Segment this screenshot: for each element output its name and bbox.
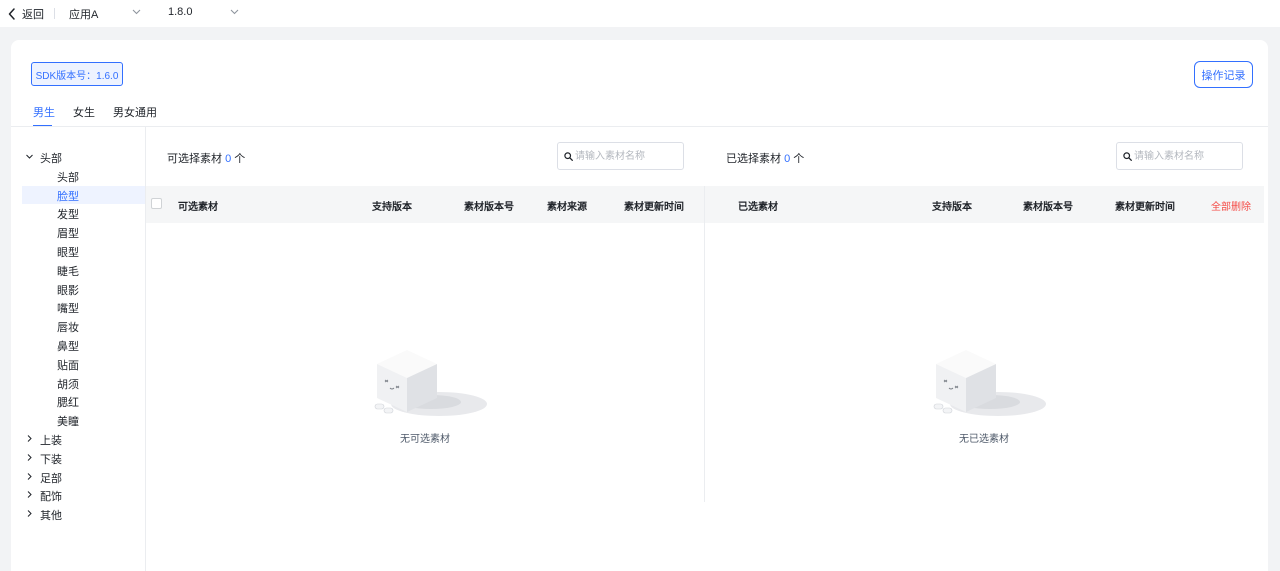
back-button[interactable]: 返回 [8, 6, 44, 22]
tree-leaf[interactable]: 头部 [22, 167, 145, 185]
tab-male[interactable]: 男生 [33, 104, 55, 120]
chevron-right-icon [27, 491, 32, 499]
tree-leaf[interactable]: 眼型 [22, 242, 145, 260]
column-header: 素材版本号 [464, 202, 514, 213]
count-unit: 个 [234, 153, 246, 165]
available-empty-state: 无可选素材 [355, 346, 495, 445]
tab-female[interactable]: 女生 [73, 104, 95, 120]
selected-empty-state: 无已选素材 [914, 346, 1054, 445]
sdk-version-badge: SDK版本号：1.6.0 [31, 62, 123, 86]
column-header: 支持版本 [372, 202, 412, 213]
app-select-value: 应用A [69, 9, 99, 21]
column-header: 可选素材 [178, 202, 218, 213]
divider [54, 8, 55, 19]
tree-node-bottom[interactable]: 下装 [11, 449, 145, 467]
column-header: 素材版本号 [1023, 202, 1073, 213]
tree-node-label: 足部 [40, 472, 62, 485]
divider [704, 186, 705, 502]
tree-node-top[interactable]: 上装 [11, 430, 145, 448]
tree-node-label: 下装 [40, 453, 62, 466]
selected-table-header: 已选素材 支持版本 素材版本号 素材更新时间 全部删除 [705, 186, 1264, 223]
tab-unisex[interactable]: 男女通用 [113, 104, 157, 120]
tree-node-feet[interactable]: 足部 [11, 468, 145, 486]
tree-leaf[interactable]: 睫毛 [22, 261, 145, 279]
selected-search-input[interactable] [1134, 148, 1238, 164]
top-bar: 返回 应用A 1.8.0 [0, 0, 1280, 27]
tree-node-head[interactable]: 头部 [11, 148, 145, 166]
search-icon [1123, 152, 1132, 161]
empty-box-illustration [933, 350, 1046, 416]
available-materials-title: 可选择素材 0 个 [167, 150, 245, 166]
tree-leaf[interactable]: 唇妆 [22, 317, 145, 335]
panel-title-label: 可选择素材 [167, 153, 222, 165]
version-select[interactable]: 1.8.0 [168, 6, 239, 18]
main-card: SDK版本号：1.6.0 操作记录 男生 女生 男女通用 头部 头部 脸型 发型… [11, 40, 1268, 571]
operation-log-button[interactable]: 操作记录 [1194, 61, 1253, 88]
chevron-left-icon [8, 8, 15, 20]
empty-text: 无已选素材 [959, 434, 1009, 445]
available-table-header: 可选素材 支持版本 素材版本号 素材来源 素材更新时间 [146, 186, 704, 223]
tree-leaf[interactable]: 嘴型 [22, 298, 145, 316]
tree-node-label: 其他 [40, 510, 62, 523]
empty-text: 无可选素材 [400, 434, 450, 445]
tree-leaf[interactable]: 腮红 [22, 392, 145, 410]
search-icon [564, 152, 573, 161]
tree-leaf[interactable]: 鼻型 [22, 336, 145, 354]
available-search-input[interactable] [575, 148, 679, 164]
tree-node-accessories[interactable]: 配饰 [11, 486, 145, 504]
panel-title-label: 已选择素材 [726, 153, 781, 165]
chevron-right-icon [27, 435, 32, 442]
column-header: 支持版本 [932, 202, 972, 213]
available-count: 0 [225, 153, 232, 165]
chevron-right-icon [27, 472, 32, 480]
selected-count: 0 [784, 153, 791, 165]
column-header: 素材更新时间 [624, 202, 684, 213]
tree-leaf[interactable]: 眉型 [22, 223, 145, 241]
select-all-checkbox[interactable] [151, 198, 162, 209]
chevron-right-icon [27, 453, 32, 461]
column-header: 已选素材 [738, 202, 778, 213]
tree-leaf[interactable]: 贴面 [22, 355, 145, 373]
column-header: 素材更新时间 [1115, 202, 1175, 213]
tree-node-label: 配饰 [40, 491, 62, 504]
divider [11, 126, 1268, 127]
version-select-value: 1.8.0 [168, 6, 193, 18]
column-header: 素材来源 [547, 202, 587, 213]
count-unit: 个 [793, 153, 805, 165]
tree-node-label: 上装 [40, 435, 62, 447]
tree-node-label: 头部 [40, 153, 62, 165]
selected-materials-title: 已选择素材 0 个 [726, 150, 804, 166]
tree-node-other[interactable]: 其他 [11, 505, 145, 523]
tree-leaf[interactable]: 胡须 [22, 374, 145, 392]
back-label: 返回 [22, 9, 44, 21]
tree-leaf[interactable]: 眼影 [22, 280, 145, 298]
empty-box-illustration [374, 350, 487, 416]
chevron-right-icon [27, 510, 32, 518]
tree-leaf[interactable]: 发型 [22, 204, 145, 222]
tree-leaf-selected[interactable]: 脸型 [22, 185, 145, 204]
chevron-down-icon [132, 9, 141, 15]
available-search-box [557, 142, 684, 170]
delete-all-button[interactable]: 全部删除 [1211, 198, 1251, 213]
app-select[interactable]: 应用A [69, 6, 141, 22]
chevron-down-icon [230, 9, 239, 15]
selected-search-box [1116, 142, 1243, 170]
tree-leaf[interactable]: 美瞳 [22, 411, 145, 429]
chevron-down-icon [26, 154, 33, 159]
